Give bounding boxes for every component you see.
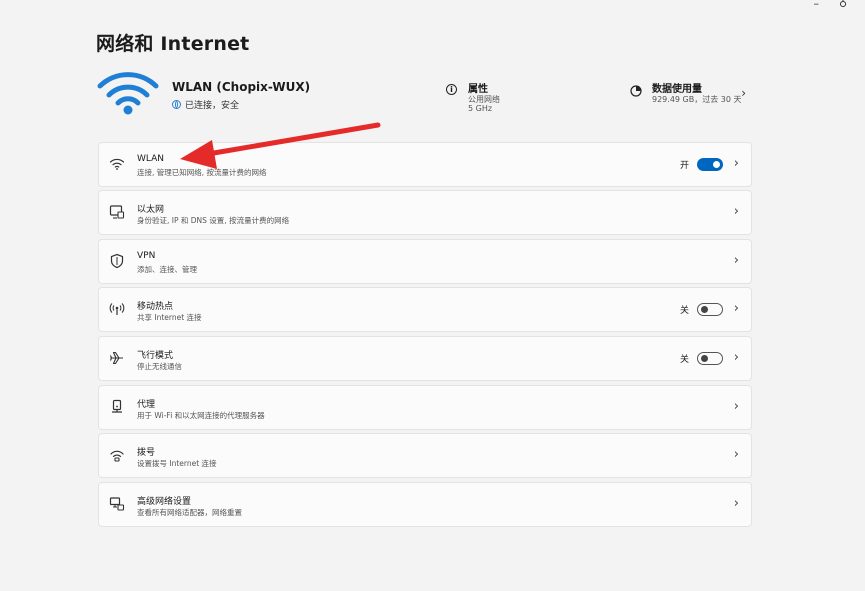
connection-status: 已连接，安全 — [172, 98, 239, 111]
settings-item-hotspot[interactable]: 移动热点 共享 Internet 连接 关 › — [98, 287, 752, 332]
settings-item-title: 移动热点 — [137, 302, 174, 312]
settings-item-subtitle: 设置拨号 Internet 连接 — [137, 459, 217, 468]
chevron-right-icon: › — [733, 156, 739, 171]
chevron-right-icon: › — [733, 447, 739, 462]
settings-item-title: 高级网络设置 — [137, 497, 192, 507]
proxy-icon — [112, 399, 122, 413]
settings-item-advanced-network[interactable]: 高级网络设置 查看所有网络适配器，网络重置 › — [98, 482, 752, 527]
settings-item-subtitle: 停止无线通信 — [137, 362, 182, 371]
toggle-knob — [701, 355, 708, 362]
toggle-state-label: 开 — [679, 161, 689, 171]
settings-item-wlan[interactable]: WLAN 连接, 管理已知网络, 按流量计费的网络 开 › — [98, 142, 752, 187]
chevron-right-icon: › — [733, 350, 739, 365]
settings-item-proxy[interactable]: 代理 用于 Wi-Fi 和以太网连接的代理服务器 › — [98, 385, 752, 430]
data-usage-icon — [630, 85, 642, 97]
page-title: 网络和 Internet — [96, 33, 250, 55]
data-usage-detail: 929.49 GB，过去 30 天 — [652, 95, 742, 104]
wlan-toggle[interactable] — [697, 158, 723, 171]
hotspot-icon — [109, 303, 125, 315]
connection-status-text: 已连接，安全 — [185, 101, 240, 111]
settings-item-airplane-mode[interactable]: 飞行模式 停止无线通信 关 › — [98, 336, 752, 381]
airplane-toggle-group: 关 — [680, 352, 723, 365]
settings-item-ethernet[interactable]: 以太网 身份验证, IP 和 DNS 设置, 按流量计费的网络 › — [98, 190, 752, 235]
hotspot-toggle-group: 关 — [680, 303, 723, 316]
chevron-right-icon: › — [741, 86, 746, 100]
settings-item-dialup[interactable]: 拨号 设置拨号 Internet 连接 › — [98, 433, 752, 478]
wifi-large-icon — [97, 72, 159, 115]
settings-item-subtitle: 添加、连接、管理 — [137, 265, 197, 274]
toggle-state-label: 关 — [679, 306, 689, 316]
settings-item-subtitle: 身份验证, IP 和 DNS 设置, 按流量计费的网络 — [137, 216, 290, 225]
wlan-toggle-group: 开 — [680, 158, 723, 171]
chevron-right-icon: › — [733, 399, 739, 414]
settings-item-title: 拨号 — [137, 448, 156, 458]
toggle-state-label: 关 — [679, 355, 689, 365]
settings-item-title: VPN — [137, 251, 156, 261]
chevron-right-icon: › — [733, 496, 739, 511]
settings-item-subtitle: 连接, 管理已知网络, 按流量计费的网络 — [137, 168, 267, 177]
dialup-icon — [110, 450, 124, 462]
settings-item-subtitle: 查看所有网络适配器，网络重置 — [137, 508, 242, 517]
network-band: 5 GHz — [468, 104, 493, 113]
chevron-right-icon: › — [733, 204, 739, 219]
settings-item-title: 以太网 — [137, 205, 165, 215]
airplane-icon — [109, 351, 123, 365]
hotspot-toggle[interactable] — [697, 303, 723, 316]
airplane-mode-toggle[interactable] — [697, 352, 723, 365]
toggle-knob — [701, 306, 708, 313]
settings-item-subtitle: 共享 Internet 连接 — [137, 313, 202, 322]
toggle-knob — [713, 161, 720, 168]
network-name: WLAN (Chopix-WUX) — [172, 80, 311, 94]
ethernet-icon — [109, 205, 125, 219]
info-icon: i — [446, 84, 457, 95]
settings-item-title: 代理 — [137, 400, 156, 410]
globe-icon — [172, 100, 181, 109]
minimize-button[interactable]: – — [813, 0, 819, 9]
settings-item-subtitle: 用于 Wi-Fi 和以太网连接的代理服务器 — [137, 411, 265, 420]
data-usage-title: 数据使用量 — [652, 84, 702, 95]
settings-item-title: WLAN — [137, 154, 165, 164]
window-controls: – ♁ — [813, 0, 847, 9]
settings-item-vpn[interactable]: VPN 添加、连接、管理 › — [98, 239, 752, 284]
data-usage-link[interactable]: 数据使用量 929.49 GB，过去 30 天 › — [630, 80, 756, 116]
close-button[interactable]: ♁ — [839, 0, 847, 9]
advanced-network-icon — [109, 497, 125, 511]
network-hero: WLAN (Chopix-WUX) 已连接，安全 i 属性 公用网络 5 GHz… — [96, 68, 756, 120]
chevron-right-icon: › — [733, 301, 739, 316]
wifi-icon — [109, 158, 125, 170]
properties-title: 属性 — [468, 84, 488, 95]
shield-icon — [110, 253, 124, 269]
chevron-right-icon: › — [733, 253, 739, 268]
settings-item-title: 飞行模式 — [137, 351, 174, 361]
